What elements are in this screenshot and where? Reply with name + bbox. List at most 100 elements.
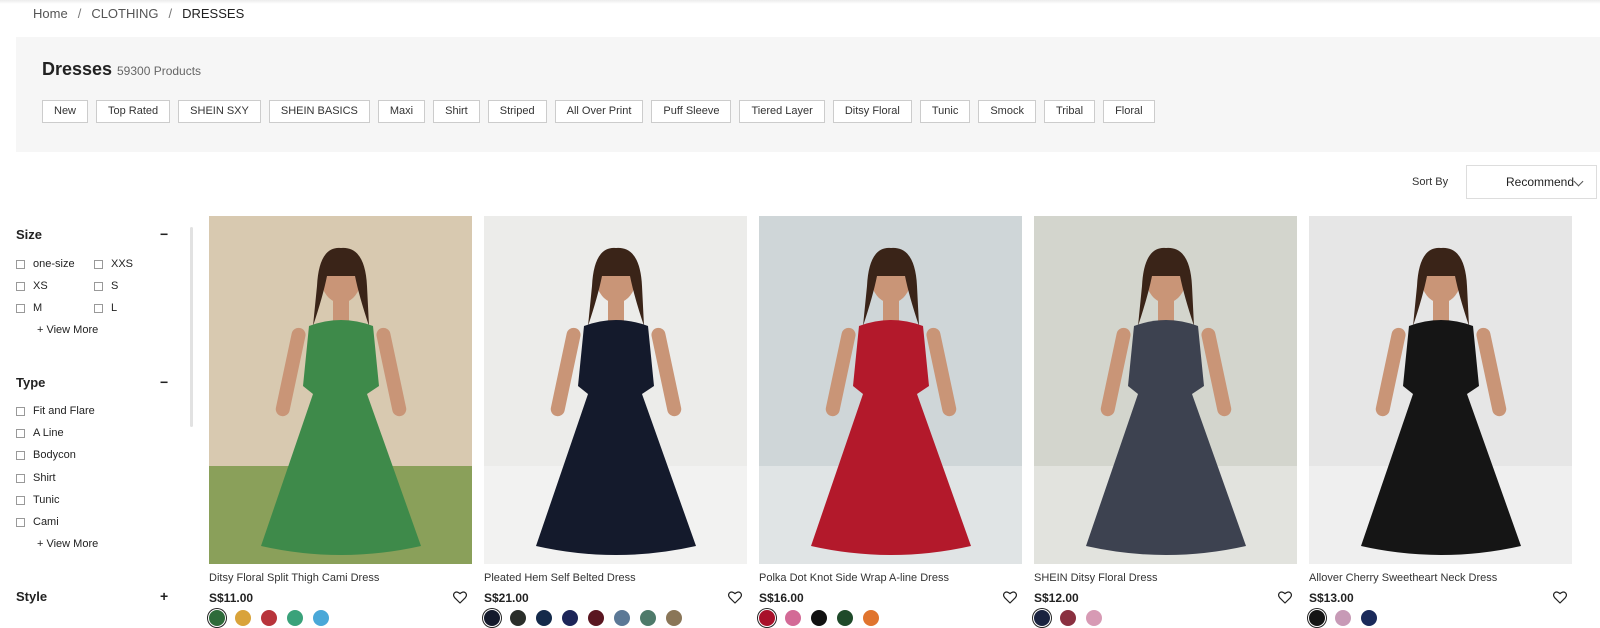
- checkbox-icon: [16, 259, 25, 269]
- filter-chip[interactable]: Top Rated: [96, 100, 171, 123]
- type-option-a-line[interactable]: A Line: [16, 427, 64, 439]
- chevron-down-icon: [1573, 176, 1584, 187]
- color-swatch[interactable]: [1086, 610, 1102, 626]
- color-swatch[interactable]: [287, 610, 303, 626]
- filter-chip[interactable]: Tiered Layer: [739, 100, 825, 123]
- filter-chip[interactable]: New: [42, 100, 89, 123]
- type-option-tunic[interactable]: Tunic: [16, 494, 60, 506]
- option-label: A Line: [33, 427, 64, 439]
- color-swatch[interactable]: [261, 610, 277, 626]
- option-label: Tunic: [33, 494, 60, 506]
- filter-chip[interactable]: Puff Sleeve: [651, 100, 732, 123]
- filter-chip[interactable]: All Over Print: [554, 100, 644, 123]
- filter-type-collapse-icon[interactable]: −: [160, 374, 168, 390]
- breadcrumb-home[interactable]: Home: [33, 6, 68, 21]
- product-name[interactable]: SHEIN Ditsy Floral Dress: [1034, 572, 1157, 584]
- top-shadow: [0, 0, 1600, 4]
- product-image[interactable]: [1309, 216, 1572, 564]
- size-option-xs[interactable]: XS: [16, 280, 48, 292]
- filter-size-collapse-icon[interactable]: −: [160, 226, 168, 242]
- product-image[interactable]: [1034, 216, 1297, 564]
- product-image[interactable]: [484, 216, 747, 564]
- filter-chip[interactable]: SHEIN BASICS: [268, 100, 370, 123]
- color-swatch[interactable]: [1335, 610, 1351, 626]
- color-swatch[interactable]: [1034, 610, 1050, 626]
- size-view-more-link[interactable]: + View More: [37, 324, 98, 336]
- color-swatch[interactable]: [562, 610, 578, 626]
- color-swatch[interactable]: [536, 610, 552, 626]
- wishlist-heart-icon[interactable]: [452, 589, 468, 605]
- filter-chip[interactable]: Striped: [487, 100, 547, 123]
- option-label: one-size: [33, 258, 75, 270]
- filter-chip[interactable]: Smock: [978, 100, 1036, 123]
- color-swatch[interactable]: [1060, 610, 1076, 626]
- color-swatch[interactable]: [313, 610, 329, 626]
- color-swatch[interactable]: [510, 610, 526, 626]
- color-swatch[interactable]: [235, 610, 251, 626]
- color-swatch[interactable]: [1309, 610, 1325, 626]
- color-swatch[interactable]: [614, 610, 630, 626]
- wishlist-heart-icon[interactable]: [1002, 589, 1018, 605]
- filter-style-expand-icon[interactable]: +: [160, 588, 168, 604]
- size-option-m[interactable]: M: [16, 302, 42, 314]
- filter-chip[interactable]: SHEIN SXY: [178, 100, 261, 123]
- product-name[interactable]: Ditsy Floral Split Thigh Cami Dress: [209, 572, 379, 584]
- wishlist-heart-icon[interactable]: [1277, 589, 1293, 605]
- color-swatch[interactable]: [640, 610, 656, 626]
- product-card[interactable]: SHEIN Ditsy Floral Dress S$12.00: [1034, 216, 1297, 626]
- filter-chip[interactable]: Maxi: [377, 100, 426, 123]
- checkbox-icon: [16, 406, 25, 416]
- color-swatch[interactable]: [1361, 610, 1377, 626]
- wishlist-heart-icon[interactable]: [1552, 589, 1568, 605]
- filter-chip[interactable]: Tunic: [919, 100, 971, 123]
- filter-chip[interactable]: Floral: [1103, 100, 1155, 123]
- product-card[interactable]: Allover Cherry Sweetheart Neck Dress S$13…: [1309, 216, 1572, 626]
- checkbox-icon: [94, 281, 103, 291]
- product-card[interactable]: Polka Dot Knot Side Wrap A-line Dress S$1…: [759, 216, 1022, 626]
- breadcrumb-dresses: DRESSES: [182, 6, 245, 21]
- color-swatch[interactable]: [209, 610, 225, 626]
- sidebar-scrollbar[interactable]: [190, 227, 193, 427]
- color-swatches: [209, 610, 329, 626]
- option-label: L: [111, 302, 118, 314]
- size-option-l[interactable]: L: [94, 302, 117, 314]
- color-swatch[interactable]: [484, 610, 500, 626]
- filter-chip[interactable]: Shirt: [433, 100, 480, 123]
- product-name[interactable]: Pleated Hem Self Belted Dress: [484, 572, 636, 584]
- color-swatch[interactable]: [666, 610, 682, 626]
- color-swatch[interactable]: [588, 610, 604, 626]
- product-name[interactable]: Allover Cherry Sweetheart Neck Dress: [1309, 572, 1497, 584]
- filter-style-title[interactable]: Style: [16, 589, 47, 604]
- size-option-s[interactable]: S: [94, 280, 118, 292]
- size-option-xxs[interactable]: XXS: [94, 258, 133, 270]
- color-swatch[interactable]: [811, 610, 827, 626]
- filter-size-title[interactable]: Size: [16, 227, 42, 242]
- sort-dropdown[interactable]: Recommend: [1466, 165, 1597, 199]
- option-label: M: [33, 302, 43, 314]
- color-swatch[interactable]: [785, 610, 801, 626]
- type-option-cami[interactable]: Cami: [16, 516, 59, 528]
- product-card[interactable]: Ditsy Floral Split Thigh Cami Dress S$11.…: [209, 216, 472, 626]
- type-view-more-link[interactable]: + View More: [37, 538, 98, 550]
- breadcrumb-clothing[interactable]: CLOTHING: [91, 6, 158, 21]
- color-swatches: [1309, 610, 1377, 626]
- product-image[interactable]: [209, 216, 472, 564]
- option-label: Cami: [33, 516, 59, 528]
- color-swatch[interactable]: [863, 610, 879, 626]
- type-option-bodycon[interactable]: Bodycon: [16, 449, 76, 461]
- filter-chip[interactable]: Tribal: [1043, 100, 1096, 123]
- product-name[interactable]: Polka Dot Knot Side Wrap A-line Dress: [759, 572, 949, 584]
- product-card[interactable]: Pleated Hem Self Belted Dress S$21.00: [484, 216, 747, 626]
- filter-type-title[interactable]: Type: [16, 375, 45, 390]
- option-label: Fit and Flare: [33, 405, 95, 417]
- type-option-shirt[interactable]: Shirt: [16, 472, 56, 484]
- color-swatch[interactable]: [837, 610, 853, 626]
- size-option-one-size[interactable]: one-size: [16, 258, 75, 270]
- type-option-fit-and-flare[interactable]: Fit and Flare: [16, 405, 95, 417]
- product-image[interactable]: [759, 216, 1022, 564]
- filter-chip[interactable]: Ditsy Floral: [832, 100, 912, 123]
- product-price: S$11.00: [209, 591, 254, 605]
- wishlist-heart-icon[interactable]: [727, 589, 743, 605]
- checkbox-icon: [16, 428, 25, 438]
- color-swatch[interactable]: [759, 610, 775, 626]
